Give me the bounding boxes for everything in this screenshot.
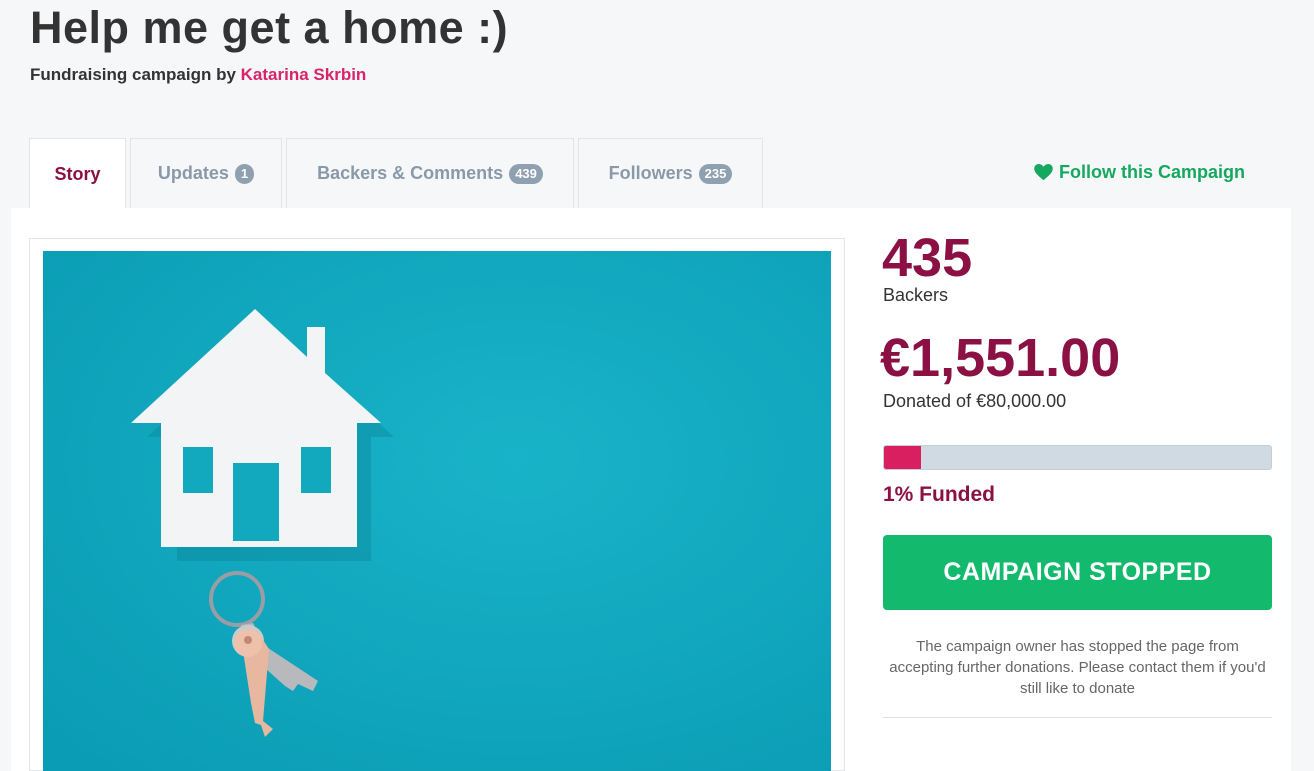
campaign-stopped-label: CAMPAIGN STOPPED xyxy=(943,558,1212,586)
campaign-image xyxy=(43,251,831,771)
campaign-stopped-button[interactable]: CAMPAIGN STOPPED xyxy=(883,535,1272,610)
follow-campaign-button[interactable]: Follow this Campaign xyxy=(1034,162,1245,183)
backers-count: 435 xyxy=(882,228,973,288)
owner-link[interactable]: Katarina Skrbin xyxy=(241,65,367,84)
campaign-subtitle: Fundraising campaign by Katarina Skrbin xyxy=(30,65,366,85)
funded-percent-label: 1% Funded xyxy=(883,483,996,506)
amount-raised: €1,551.00 xyxy=(880,328,1121,388)
tab-followers-label: Followers xyxy=(608,163,693,183)
tab-story-label: Story xyxy=(54,163,101,184)
divider xyxy=(883,717,1272,718)
tab-backers-badge: 439 xyxy=(509,163,543,184)
tab-updates[interactable]: Updates 1 xyxy=(130,138,282,208)
tab-updates-badge: 1 xyxy=(234,163,255,184)
tab-backers-label: Backers & Comments xyxy=(317,163,504,183)
tab-backers-comments[interactable]: Backers & Comments 439 xyxy=(286,138,574,208)
donated-of-goal: Donated of €80,000.00 xyxy=(883,391,1067,411)
tab-updates-label: Updates xyxy=(157,163,229,183)
tab-followers-badge: 235 xyxy=(698,163,733,184)
follow-label: Follow this Campaign xyxy=(1059,162,1246,182)
subtitle-prefix: Fundraising campaign by xyxy=(30,65,236,84)
backers-label: Backers xyxy=(883,285,949,305)
tab-bar: Story Updates 1 Backers & Comments 439 F… xyxy=(29,138,763,209)
house-and-keys-illustration xyxy=(43,251,831,771)
heart-icon xyxy=(1034,164,1053,181)
funding-progress-bar xyxy=(883,445,1272,470)
tab-followers[interactable]: Followers 235 xyxy=(578,138,763,208)
funding-progress-fill xyxy=(884,446,921,469)
campaign-stopped-note: The campaign owner has stopped the page … xyxy=(889,638,1266,697)
page-title: Help me get a home :) xyxy=(30,2,509,53)
tab-story[interactable]: Story xyxy=(29,138,126,209)
